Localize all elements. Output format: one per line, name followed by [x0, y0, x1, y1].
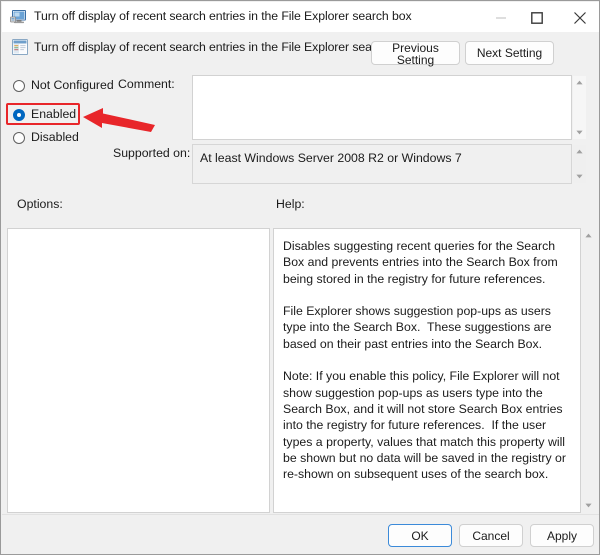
- scroll-up-icon[interactable]: [573, 145, 586, 158]
- supported-on-value: At least Windows Server 2008 R2 or Windo…: [200, 151, 462, 165]
- previous-setting-button[interactable]: Previous Setting: [371, 41, 460, 65]
- help-label: Help:: [276, 197, 305, 211]
- apply-button[interactable]: Apply: [530, 524, 594, 547]
- scroll-down-icon[interactable]: [582, 499, 595, 512]
- supported-on-scrollbar[interactable]: [573, 145, 586, 183]
- radio-label-disabled: Disabled: [31, 130, 79, 144]
- setting-title: Turn off display of recent search entrie…: [34, 40, 412, 54]
- ok-button[interactable]: OK: [388, 524, 452, 547]
- radio-indicator-disabled: [13, 132, 25, 144]
- title-bar: Turn off display of recent search entrie…: [2, 2, 600, 33]
- scroll-up-icon[interactable]: [573, 76, 586, 89]
- help-scrollbar[interactable]: [582, 229, 595, 512]
- cancel-button[interactable]: Cancel: [459, 524, 523, 547]
- monitor-icon: [10, 9, 27, 25]
- next-setting-button[interactable]: Next Setting: [465, 41, 554, 65]
- radio-indicator-enabled: [13, 109, 25, 121]
- comment-scrollbar[interactable]: [573, 76, 586, 139]
- scroll-down-icon[interactable]: [573, 126, 586, 139]
- policy-setting-icon: [11, 38, 29, 56]
- help-text: Disables suggesting recent queries for t…: [283, 238, 571, 482]
- radio-label-not-configured: Not Configured: [31, 78, 114, 92]
- footer-divider: [2, 514, 600, 515]
- radio-not-configured[interactable]: Not Configured: [11, 77, 131, 97]
- scroll-up-icon[interactable]: [582, 229, 595, 242]
- comment-label: Comment:: [118, 77, 175, 91]
- options-panel[interactable]: [7, 228, 270, 513]
- comment-input[interactable]: [192, 75, 572, 140]
- supported-on-label: Supported on:: [113, 146, 190, 160]
- close-icon[interactable]: [558, 3, 600, 32]
- supported-on-field: At least Windows Server 2008 R2 or Windo…: [192, 144, 572, 184]
- window-title: Turn off display of recent search entrie…: [34, 9, 412, 23]
- help-panel: Disables suggesting recent queries for t…: [273, 228, 581, 513]
- radio-enabled[interactable]: Enabled: [11, 106, 131, 126]
- radio-indicator-not-configured: [13, 80, 25, 92]
- scroll-down-icon[interactable]: [573, 170, 586, 183]
- group-policy-setting-dialog: Turn off display of recent search entrie…: [0, 0, 600, 555]
- maximize-icon[interactable]: [515, 3, 559, 32]
- radio-label-enabled: Enabled: [31, 107, 76, 121]
- options-label: Options:: [17, 197, 63, 211]
